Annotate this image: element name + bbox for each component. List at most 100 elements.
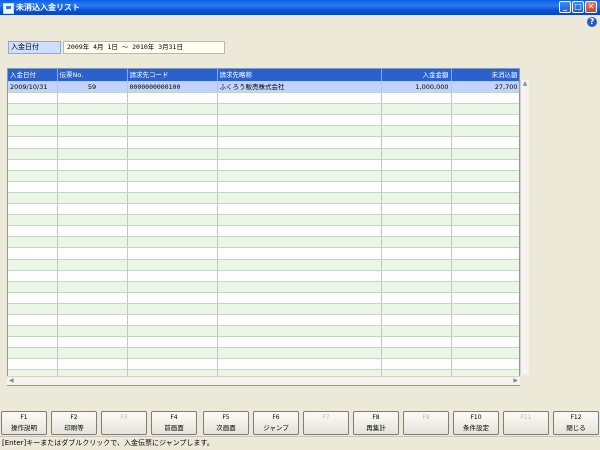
empty-cell xyxy=(381,347,452,360)
f11-button[interactable]: F11 xyxy=(503,411,549,435)
cell-deposit-amount: 1,000,000 xyxy=(381,81,452,94)
column-header-date[interactable]: 入金日付 xyxy=(8,69,58,82)
table-row[interactable] xyxy=(8,236,519,249)
table-row[interactable] xyxy=(8,259,519,271)
table-row[interactable] xyxy=(8,103,519,116)
empty-cell xyxy=(381,192,452,205)
grid-header-row: 入金日付 伝票No. 請求先コード 請求先略称 入金金額 未消込額 xyxy=(8,69,519,82)
table-row[interactable] xyxy=(8,281,519,293)
empty-cell xyxy=(451,170,519,182)
table-row[interactable] xyxy=(8,347,519,360)
empty-cell xyxy=(57,303,128,315)
empty-cell xyxy=(57,236,128,249)
table-row[interactable] xyxy=(8,247,519,260)
table-row[interactable] xyxy=(8,170,519,182)
table-row[interactable] xyxy=(8,292,519,304)
help-icon[interactable]: ? xyxy=(587,17,597,27)
empty-cell xyxy=(127,292,218,304)
table-row[interactable] xyxy=(8,358,519,371)
f10-button[interactable]: F10 条件設定 xyxy=(453,411,499,435)
f6-button[interactable]: F6 ジャンプ xyxy=(253,411,299,435)
empty-cell xyxy=(451,281,519,293)
empty-cell xyxy=(217,336,382,349)
f2-button[interactable]: F2 印刷等 xyxy=(51,411,97,435)
empty-cell xyxy=(217,181,382,193)
table-row[interactable] xyxy=(8,270,519,282)
unreconciled-deposit-grid[interactable]: 入金日付 伝票No. 請求先コード 請求先略称 入金金額 未消込額 2009/1… xyxy=(7,68,520,386)
table-row[interactable] xyxy=(8,159,519,171)
empty-cell xyxy=(127,114,218,127)
vertical-scrollbar[interactable]: ▲ xyxy=(520,80,529,375)
scroll-right-arrow-icon[interactable]: ▶ xyxy=(513,377,518,384)
empty-cell xyxy=(451,114,519,127)
empty-cell xyxy=(217,325,382,338)
table-row[interactable] xyxy=(8,203,519,216)
table-row[interactable] xyxy=(8,136,519,149)
empty-cell xyxy=(381,159,452,171)
empty-cell xyxy=(217,203,382,216)
column-header-deposit-amount[interactable]: 入金金額 xyxy=(381,69,452,82)
empty-cell xyxy=(381,236,452,249)
empty-cell xyxy=(8,314,58,327)
table-row[interactable] xyxy=(8,336,519,349)
empty-cell xyxy=(57,358,128,371)
empty-cell xyxy=(217,214,382,227)
function-key-bar: F1 操作説明 F2 印刷等 F3 F4 前画面 F5 次画面 F6 ジャンプ F7 F8… xyxy=(0,411,600,435)
horizontal-scrollbar[interactable]: ◀ ▶ xyxy=(7,376,520,385)
table-row[interactable] xyxy=(8,181,519,193)
f8-button[interactable]: F8 再集計 xyxy=(353,411,399,435)
empty-cell xyxy=(381,247,452,260)
empty-cell xyxy=(127,214,218,227)
table-row[interactable] xyxy=(8,225,519,238)
f1-button[interactable]: F1 操作説明 xyxy=(1,411,47,435)
table-row[interactable] xyxy=(8,92,519,105)
table-row[interactable] xyxy=(8,114,519,127)
empty-cell xyxy=(57,192,128,205)
empty-cell xyxy=(451,159,519,171)
table-row[interactable] xyxy=(8,148,519,160)
f1-key: F1 xyxy=(20,414,28,421)
column-header-customer-code[interactable]: 請求先コード xyxy=(127,69,218,82)
f12-button[interactable]: F12 閉じる xyxy=(553,411,599,435)
empty-cell xyxy=(127,303,218,315)
f7-button[interactable]: F7 xyxy=(303,411,349,435)
empty-cell xyxy=(217,303,382,315)
empty-cell xyxy=(127,236,218,249)
close-button[interactable]: ✕ xyxy=(585,1,597,13)
empty-cell xyxy=(217,159,382,171)
empty-cell xyxy=(381,336,452,349)
table-row[interactable] xyxy=(8,303,519,315)
scroll-up-arrow-icon[interactable]: ▲ xyxy=(522,81,528,87)
maximize-button[interactable]: □ xyxy=(572,1,584,13)
table-row[interactable] xyxy=(8,192,519,205)
table-row[interactable] xyxy=(8,125,519,138)
f9-button[interactable]: F9 xyxy=(403,411,449,435)
empty-cell xyxy=(217,270,382,282)
date-range-field[interactable]: 2009年 4月 1日 ～ 2010年 3月31日 xyxy=(63,41,225,54)
scroll-left-arrow-icon[interactable]: ◀ xyxy=(9,377,14,384)
empty-cell xyxy=(217,136,382,149)
table-row[interactable] xyxy=(8,325,519,338)
table-row[interactable]: 2009/10/31 59 0000000000100 ふくろう販売株式会社 1… xyxy=(8,81,519,94)
empty-cell xyxy=(8,203,58,216)
empty-cell xyxy=(451,358,519,371)
column-header-unreconciled-amount[interactable]: 未消込額 xyxy=(451,69,519,82)
column-header-customer-name[interactable]: 請求先略称 xyxy=(217,69,382,82)
empty-cell xyxy=(8,247,58,260)
empty-cell xyxy=(127,347,218,360)
empty-cell xyxy=(451,270,519,282)
empty-cell xyxy=(8,259,58,271)
f5-button[interactable]: F5 次画面 xyxy=(203,411,249,435)
f4-button[interactable]: F4 前画面 xyxy=(151,411,197,435)
empty-cell xyxy=(381,203,452,216)
minimize-button[interactable]: _ xyxy=(559,1,571,13)
empty-cell xyxy=(57,136,128,149)
empty-cell xyxy=(57,247,128,260)
empty-cell xyxy=(381,325,452,338)
empty-cell xyxy=(381,114,452,127)
f3-button[interactable]: F3 xyxy=(101,411,147,435)
f9-key: F9 xyxy=(422,414,430,421)
table-row[interactable] xyxy=(8,314,519,327)
table-row[interactable] xyxy=(8,214,519,227)
column-header-slip-no[interactable]: 伝票No. xyxy=(57,69,128,82)
